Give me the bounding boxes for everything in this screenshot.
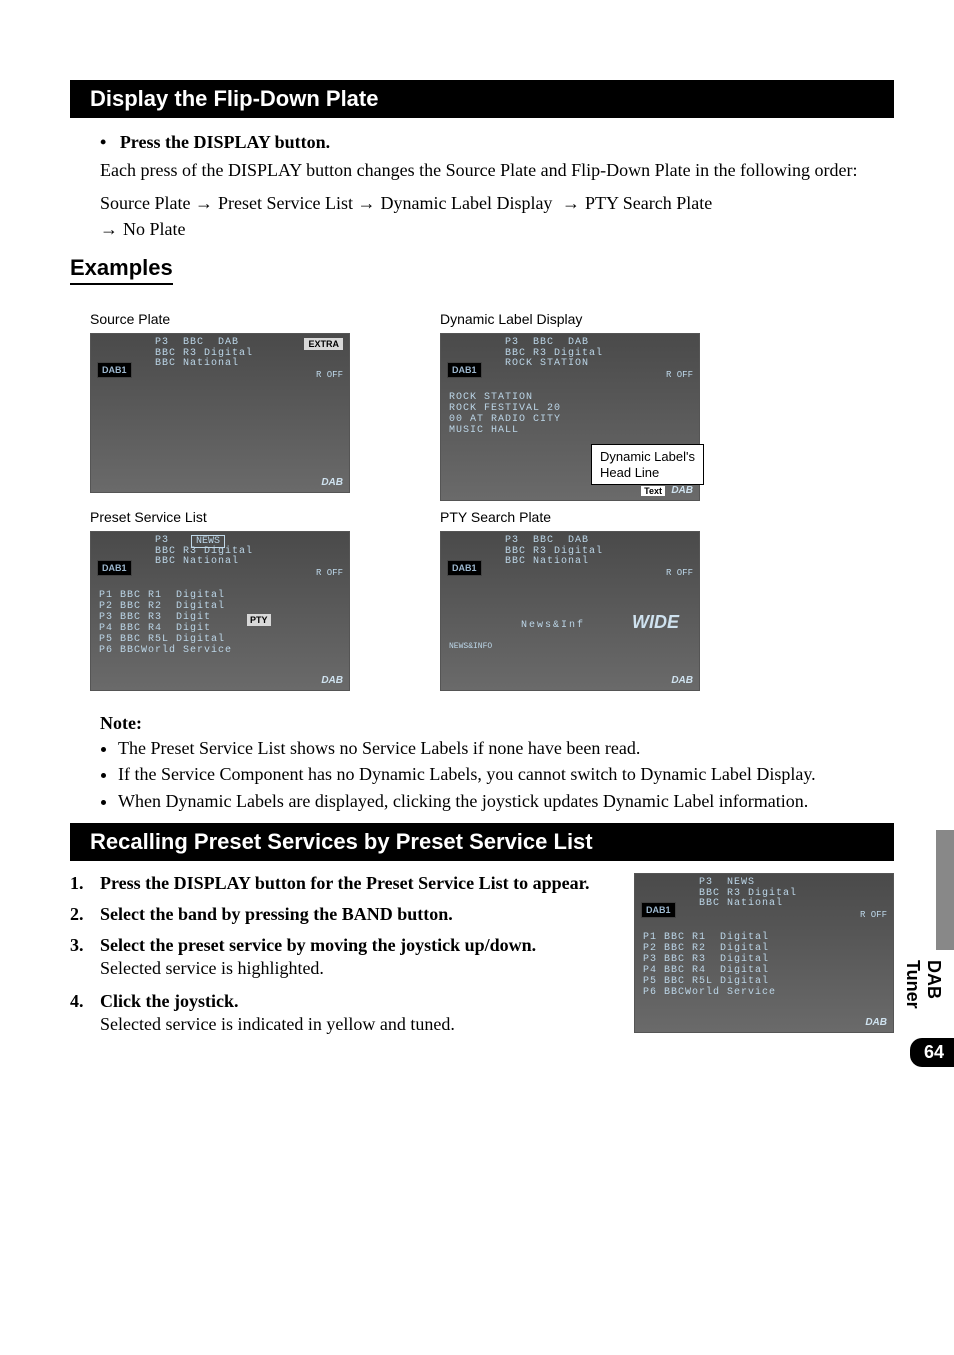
dab1-badge: DAB1 (97, 362, 132, 378)
arrow-icon: → (557, 193, 585, 213)
preset-list-body: P1 BBC R1 Digital P2 BBC R2 Digital P3 B… (643, 932, 776, 998)
step-2-title: Select the band by pressing the BAND but… (100, 904, 610, 925)
flow-a: Source Plate (100, 193, 190, 213)
screenshot-recall: P3 NEWS BBC R3 Digital BBC National DAB1… (634, 873, 894, 1033)
screenshot-pty-search: P3 BBC DAB BBC R3 Digital BBC National D… (440, 531, 700, 691)
callout-dynamic-label: Dynamic Label's Head Line (591, 444, 704, 485)
step-number: 4. (70, 991, 96, 1012)
side-tab-label: DAB Tuner (902, 960, 944, 1009)
dab1-badge: DAB1 (447, 362, 482, 378)
step-number: 1. (70, 873, 96, 894)
step-3-body: Selected service is highlighted. (100, 958, 610, 979)
dab-logo: DAB (671, 485, 693, 496)
side-tab: DAB Tuner (922, 830, 954, 950)
examples-heading: Examples (70, 255, 173, 285)
dab-logo: DAB (671, 675, 693, 686)
flow-c: Dynamic Label Display (380, 193, 552, 213)
caption-preset-list: Preset Service List (90, 509, 410, 525)
dynamic-body: ROCK STATION ROCK FESTIVAL 20 00 AT RADI… (449, 392, 561, 436)
press-display-title: Press the DISPLAY button. (120, 132, 330, 152)
caption-dynamic-label: Dynamic Label Display (440, 311, 760, 327)
step-4-title: Click the joystick. (100, 991, 610, 1012)
off-indicator: R OFF (666, 568, 693, 578)
wide-mark: WIDE (632, 612, 679, 633)
caption-pty-search: PTY Search Plate (440, 509, 760, 525)
news-info-icon: NEWS&INFO (449, 642, 492, 651)
preset-list-body: P1 BBC R1 Digital P2 BBC R2 Digital P3 B… (99, 590, 232, 656)
shot-header: P3 BBC DAB BBC R3 Digital ROCK STATION (505, 338, 603, 370)
text-badge: Text (641, 486, 665, 496)
shot-header: P3 BBC DAB BBC R3 Digital BBC National (505, 536, 603, 568)
step-1-title: Press the DISPLAY button for the Preset … (100, 873, 610, 894)
arrow-icon: → (195, 193, 218, 213)
step-number: 2. (70, 904, 96, 925)
bullet-dot: • (100, 132, 115, 152)
step-4-body: Selected service is indicated in yellow … (100, 1014, 610, 1035)
shot-header: P3 BBC DAB BBC R3 Digital BBC National (155, 338, 253, 370)
section-heading-display: Display the Flip-Down Plate (70, 80, 894, 118)
press-display-body: Each press of the DISPLAY button changes… (100, 158, 894, 182)
news-box: NEWS (191, 535, 225, 548)
dab-logo: DAB (321, 477, 343, 488)
off-indicator: R OFF (316, 370, 343, 380)
pty-body: News&Inf (521, 620, 585, 631)
flow-b: Preset Service List (218, 193, 353, 213)
arrow-icon: → (100, 219, 123, 239)
note-item: The Preset Service List shows no Service… (118, 736, 894, 760)
dab-logo: DAB (321, 675, 343, 686)
dab-logo: DAB (865, 1017, 887, 1028)
screenshot-source-plate: P3 BBC DAB BBC R3 Digital BBC National E… (90, 333, 350, 493)
caption-source-plate: Source Plate (90, 311, 410, 327)
dab1-badge: DAB1 (447, 560, 482, 576)
section-heading-recall: Recalling Preset Services by Preset Serv… (70, 823, 894, 861)
page-number: 64 (910, 1038, 954, 1067)
step-number: 3. (70, 935, 96, 956)
arrow-icon: → (357, 193, 380, 213)
shot-header: P3 NEWS BBC R3 Digital BBC National (699, 878, 797, 910)
pty-badge: PTY (247, 614, 271, 626)
note-item: If the Service Component has no Dynamic … (118, 762, 894, 786)
off-indicator: R OFF (316, 568, 343, 578)
flow-d: PTY Search Plate (585, 193, 712, 213)
screenshot-dynamic-label: P3 BBC DAB BBC R3 Digital ROCK STATION D… (440, 333, 700, 501)
extra-badge: EXTRA (304, 338, 343, 350)
note-item: When Dynamic Labels are displayed, click… (118, 789, 894, 813)
dab1-badge: DAB1 (97, 560, 132, 576)
off-indicator: R OFF (666, 370, 693, 380)
flow-e: No Plate (123, 219, 186, 239)
note-title: Note: (100, 713, 894, 734)
step-3-title: Select the preset service by moving the … (100, 935, 610, 956)
screenshot-preset-list: P3 BBC R3 Digital BBC National NEWS DAB1… (90, 531, 350, 691)
dab1-badge: DAB1 (641, 902, 676, 918)
off-indicator: R OFF (860, 910, 887, 920)
